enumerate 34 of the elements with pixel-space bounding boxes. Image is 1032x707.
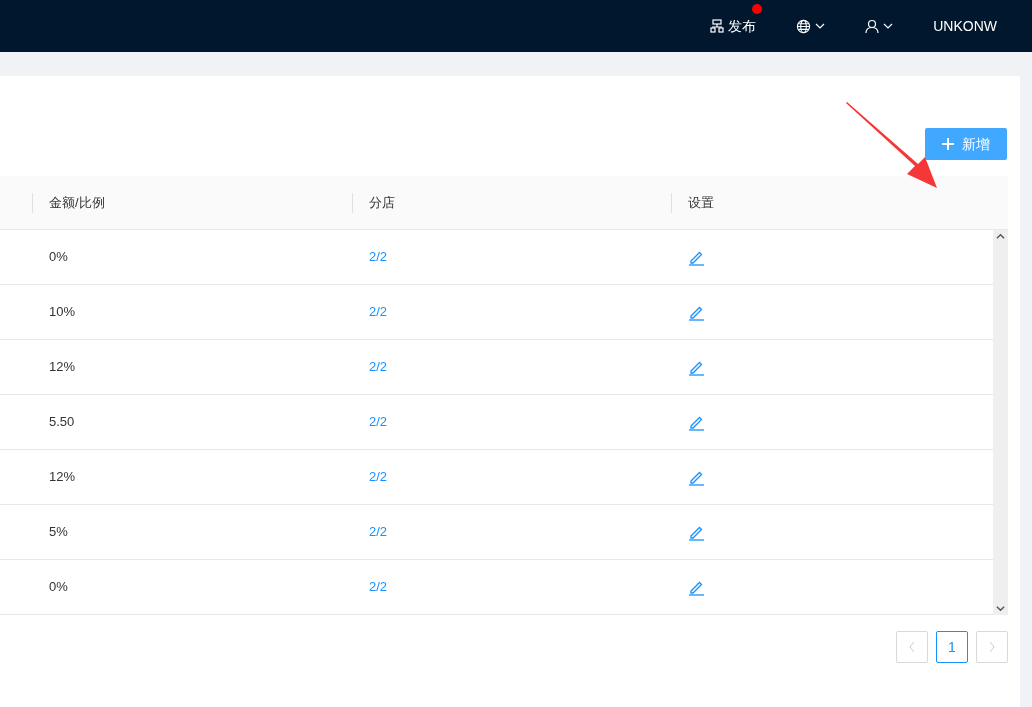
sitemap-icon (710, 19, 725, 33)
user-icon (865, 18, 880, 34)
table-cell: 5.50 (49, 414, 75, 430)
chevron-left-icon (908, 641, 916, 653)
add-button[interactable]: 新增 (925, 128, 1007, 160)
user-menu-button[interactable] (865, 18, 894, 34)
chevron-down-icon (815, 21, 826, 31)
store-link[interactable]: 2/2 (369, 469, 388, 485)
plus-icon (942, 138, 954, 150)
chevron-right-icon (988, 641, 996, 653)
page-button[interactable]: 1 (936, 631, 968, 663)
table-cell: 0% (49, 249, 68, 265)
username[interactable]: UNKONW (933, 15, 997, 37)
column-header: 分店 (369, 193, 395, 212)
column-header: 金额/比例 (49, 193, 105, 212)
language-menu-button[interactable] (796, 18, 826, 34)
store-link[interactable]: 2/2 (369, 249, 388, 265)
store-link[interactable]: 2/2 (369, 579, 388, 595)
table-cell: 0% (49, 579, 68, 595)
publish-button[interactable]: 发布 (710, 15, 757, 37)
store-link[interactable]: 2/2 (369, 304, 388, 320)
store-link[interactable]: 2/2 (369, 524, 388, 540)
scrollbar[interactable] (993, 230, 1008, 615)
store-link[interactable]: 2/2 (369, 359, 388, 375)
store-link[interactable]: 2/2 (369, 414, 388, 430)
table-cell: 10% (49, 304, 76, 320)
column-header: 设置 (688, 193, 714, 212)
chevron-down-icon (883, 21, 894, 31)
globe-icon (796, 18, 812, 34)
scroll-down-icon[interactable] (996, 604, 1005, 613)
table-cell: 5% (49, 524, 68, 540)
table-cell: 12% (49, 359, 76, 375)
table-cell: 12% (49, 469, 76, 485)
scroll-up-icon[interactable] (996, 232, 1005, 241)
